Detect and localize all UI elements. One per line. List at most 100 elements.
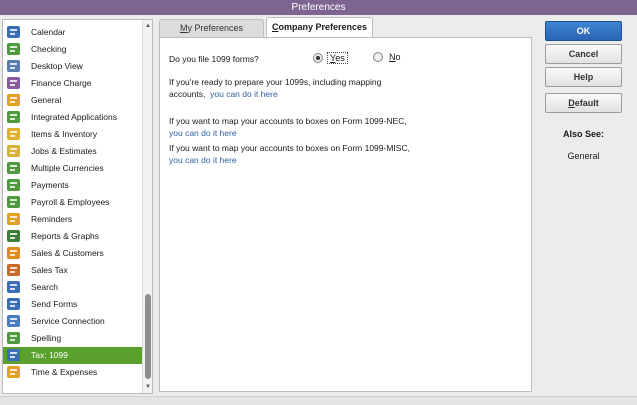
multiple-currencies-icon xyxy=(6,161,22,176)
also-see-heading: Also See: xyxy=(562,129,604,139)
sidebar-item-label: Reports & Graphs xyxy=(31,231,100,241)
scrollbar-thumb[interactable] xyxy=(145,294,151,379)
sidebar-item-label: Sales Tax xyxy=(31,265,68,275)
scroll-up-arrow-icon[interactable]: ▲ xyxy=(143,21,152,31)
sidebar-item-label: Items & Inventory xyxy=(31,129,98,139)
radio-yes-circle[interactable] xyxy=(313,53,323,63)
radio-yes-text: es xyxy=(335,53,345,63)
radio-yes[interactable]: Yes xyxy=(313,52,348,64)
sidebar-item-jobs-estimates[interactable]: Jobs & Estimates xyxy=(3,143,142,160)
send-forms-icon xyxy=(6,297,22,312)
cancel-button[interactable]: Cancel xyxy=(545,44,622,64)
sidebar-item-label: Send Forms xyxy=(31,299,78,309)
map-misc-text: If you want to map your accounts to boxe… xyxy=(169,142,499,166)
reports-graphs-icon xyxy=(6,229,22,244)
service-connection-icon xyxy=(6,314,22,329)
payroll-employees-icon xyxy=(6,195,22,210)
sidebar-item-spelling[interactable]: Spelling xyxy=(3,330,142,347)
radio-no-circle[interactable] xyxy=(373,52,383,62)
sales-customers-icon xyxy=(6,246,22,261)
scroll-down-arrow-icon[interactable]: ▼ xyxy=(143,382,152,392)
sidebar-item-label: Checking xyxy=(31,44,67,54)
sidebar-item-payroll-employees[interactable]: Payroll & Employees xyxy=(3,194,142,211)
prepare-1099-accounts: accounts, xyxy=(169,89,206,99)
tab-company-preferences[interactable]: Company Preferences xyxy=(266,17,373,38)
ok-button[interactable]: OK xyxy=(545,21,622,41)
checking-icon xyxy=(6,42,22,57)
radio-no[interactable]: No xyxy=(373,52,403,62)
sidebar-item-reminders[interactable]: Reminders xyxy=(3,211,142,228)
default-button[interactable]: Default xyxy=(545,93,622,113)
sidebar-item-label: Tax: 1099 xyxy=(31,350,68,360)
radio-no-text: o xyxy=(395,52,401,62)
sidebar-item-time-expenses[interactable]: Time & Expenses xyxy=(3,364,142,381)
sidebar-item-multiple-currencies[interactable]: Multiple Currencies xyxy=(3,160,142,177)
sidebar-item-label: Service Connection xyxy=(31,316,105,326)
sidebar-item-label: Desktop View xyxy=(31,61,83,71)
general-icon xyxy=(6,93,22,108)
sidebar-item-general[interactable]: General xyxy=(3,92,142,109)
sidebar-item-reports-graphs[interactable]: Reports & Graphs xyxy=(3,228,142,245)
sidebar-item-label: Search xyxy=(31,282,58,292)
category-list-scrollbar[interactable]: ▲ ▼ xyxy=(142,20,152,393)
sidebar-item-search[interactable]: Search xyxy=(3,279,142,296)
sidebar-item-sales-tax[interactable]: Sales Tax xyxy=(3,262,142,279)
sidebar-item-desktop-view[interactable]: Desktop View xyxy=(3,58,142,75)
finance-charge-icon xyxy=(6,76,22,91)
radio-yes-label[interactable]: Yes xyxy=(327,52,348,64)
prepare-1099-line-2: accounts, you can do it here xyxy=(169,88,499,100)
time-expenses-icon xyxy=(6,365,22,380)
sidebar-item-label: Jobs & Estimates xyxy=(31,146,97,156)
map-misc-link[interactable]: you can do it here xyxy=(169,155,237,165)
tab-company-preferences-label: ompany Preferences xyxy=(278,22,368,32)
window-bottom-edge xyxy=(0,396,637,405)
sidebar-item-tax-1099[interactable]: Tax: 1099 xyxy=(3,347,142,364)
category-items: Calendar Checking Desktop View Finance Char… xyxy=(3,24,142,381)
calendar-icon xyxy=(6,25,22,40)
sidebar-item-label: Payroll & Employees xyxy=(31,197,110,207)
preferences-category-list[interactable]: Calendar Checking Desktop View Finance Char… xyxy=(2,19,153,394)
tab-my-preferences-label: y Preferences xyxy=(187,23,244,33)
items-inventory-icon xyxy=(6,127,22,142)
window-title-bar: Preferences xyxy=(0,0,637,15)
also-see-general-link[interactable]: General xyxy=(545,151,622,161)
map-misc-line: If you want to map your accounts to boxe… xyxy=(169,143,410,153)
map-nec-line: If you want to map your accounts to boxe… xyxy=(169,116,407,126)
sidebar-item-send-forms[interactable]: Send Forms xyxy=(3,296,142,313)
sales-tax-icon xyxy=(6,263,22,278)
default-button-label: efault xyxy=(574,98,599,108)
sidebar-item-label: Calendar xyxy=(31,27,66,37)
map-nec-link[interactable]: you can do it here xyxy=(169,128,237,138)
sidebar-item-payments[interactable]: Payments xyxy=(3,177,142,194)
sidebar-item-checking[interactable]: Checking xyxy=(3,41,142,58)
integrated-apps-icon xyxy=(6,110,22,125)
prepare-1099-line-1: If you're ready to prepare your 1099s, i… xyxy=(169,77,382,87)
prepare-1099-link[interactable]: you can do it here xyxy=(210,89,278,99)
sidebar-item-service-connection[interactable]: Service Connection xyxy=(3,313,142,330)
sidebar-item-label: Finance Charge xyxy=(31,78,92,88)
sidebar-item-sales-customers[interactable]: Sales & Customers xyxy=(3,245,142,262)
prepare-1099-text: If you're ready to prepare your 1099s, i… xyxy=(169,76,499,100)
sidebar-item-label: Spelling xyxy=(31,333,62,343)
help-button[interactable]: Help xyxy=(545,67,622,87)
desktop-view-icon xyxy=(6,59,22,74)
radio-no-label[interactable]: No xyxy=(387,52,403,62)
map-nec-text: If you want to map your accounts to boxe… xyxy=(169,115,499,139)
sidebar-item-calendar[interactable]: Calendar xyxy=(3,24,142,41)
sidebar-item-finance-charge[interactable]: Finance Charge xyxy=(3,75,142,92)
sidebar-item-label: Multiple Currencies xyxy=(31,163,104,173)
sidebar-item-items-inventory[interactable]: Items & Inventory xyxy=(3,126,142,143)
search-icon xyxy=(6,280,22,295)
sidebar-item-label: Time & Expenses xyxy=(31,367,98,377)
file-1099-question: Do you file 1099 forms? xyxy=(169,54,259,64)
sidebar-item-label: General xyxy=(31,95,62,105)
jobs-estimates-icon xyxy=(6,144,22,159)
sidebar-item-integrated-applications[interactable]: Integrated Applications xyxy=(3,109,142,126)
reminders-icon xyxy=(6,212,22,227)
payments-icon xyxy=(6,178,22,193)
company-preferences-panel: Do you file 1099 forms? Yes No If you're… xyxy=(159,37,532,392)
tab-my-preferences[interactable]: My Preferences xyxy=(159,19,264,37)
tax-1099-icon xyxy=(6,348,22,363)
sidebar-item-label: Integrated Applications xyxy=(31,112,118,122)
sidebar-item-label: Payments xyxy=(31,180,69,190)
